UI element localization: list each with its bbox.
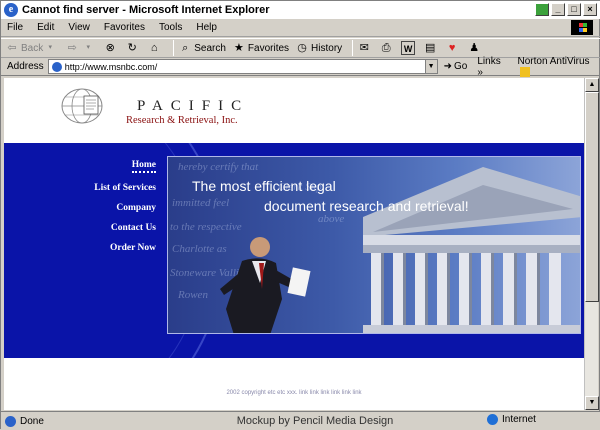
minimize-button[interactable]: _ [551, 3, 565, 16]
address-bar: Address http://www.msnbc.com/ ▼ ➜ Go Lin… [1, 56, 600, 78]
company-subtitle: Research & Retrieval, Inc. [126, 115, 238, 126]
window-controls: _ □ × [535, 3, 597, 16]
title-bar: e Cannot find server - Microsoft Interne… [1, 1, 600, 19]
address-dropdown-icon[interactable]: ▼ [424, 60, 437, 73]
page-status-icon [5, 415, 16, 427]
search-icon: ⌕ [182, 42, 189, 54]
windows-logo-icon [571, 20, 593, 35]
print-button[interactable]: ⎙ [379, 41, 395, 55]
browser-window: e Cannot find server - Microsoft Interne… [0, 0, 600, 430]
back-arrow-icon: ⇦ [7, 42, 17, 54]
chevron-right-icon: » [477, 66, 483, 78]
site-nav: Home List of Services Company Contact Us… [74, 160, 156, 263]
norton-antivirus-button[interactable]: Norton AntiVirus [517, 56, 600, 78]
toolbar-separator [173, 40, 175, 56]
maximize-button[interactable]: □ [567, 3, 581, 16]
favorites-icon: ★ [233, 42, 244, 54]
norton-icon [520, 66, 531, 77]
menu-tools[interactable]: Tools [159, 22, 182, 33]
address-input[interactable]: http://www.msnbc.com/ ▼ [47, 59, 438, 74]
print-icon: ⎙ [381, 42, 391, 54]
page-viewport: PACIFIC Research & Retrieval, Inc. Home … [4, 78, 584, 410]
scroll-down-icon[interactable]: ▼ [585, 396, 599, 410]
extension-icon: ♥ [448, 42, 456, 54]
home-button[interactable]: ⌂ [147, 41, 163, 55]
edit-button[interactable]: W [401, 41, 417, 55]
chevron-down-icon: ▾ [48, 44, 52, 51]
refresh-icon: ↻ [127, 42, 137, 54]
forward-button[interactable]: ⇨ ▾ [65, 41, 97, 55]
stop-button[interactable]: ⊗ [103, 41, 119, 55]
go-arrow-icon: ➜ [443, 61, 453, 72]
go-button[interactable]: ➜ Go [444, 61, 468, 72]
ie-icon: e [4, 3, 18, 17]
scrollbar-thumb[interactable] [585, 92, 599, 302]
courthouse-image [363, 167, 580, 333]
hero-image: hereby certify that immitted feel to the… [167, 156, 581, 334]
stop-icon: ⊗ [105, 42, 115, 54]
restore-icon[interactable] [535, 3, 549, 16]
chevron-down-icon: ▾ [86, 44, 90, 51]
toolbar-separator [352, 40, 354, 56]
favorites-button[interactable]: ★ Favorites [232, 41, 289, 55]
menu-view[interactable]: View [68, 22, 90, 33]
status-bar: Done Mockup by Pencil Media Design Inter… [1, 411, 600, 430]
menu-favorites[interactable]: Favorites [104, 22, 145, 33]
history-button[interactable]: ◷ History [295, 41, 342, 55]
word-icon: W [401, 41, 416, 55]
mockup-credit: Mockup by Pencil Media Design [236, 415, 394, 427]
back-button[interactable]: ⇦ Back ▾ [5, 41, 59, 55]
nav-contact-us[interactable]: Contact Us [74, 223, 156, 233]
refresh-button[interactable]: ↻ [125, 41, 141, 55]
company-name: PACIFIC [137, 98, 250, 114]
menu-edit[interactable]: Edit [37, 22, 54, 33]
running-man-image [220, 237, 311, 333]
address-url: http://www.msnbc.com/ [64, 61, 158, 72]
vertical-scrollbar[interactable]: ▲ ▼ [584, 78, 599, 410]
nav-order-now[interactable]: Order Now [74, 243, 156, 253]
home-icon: ⌂ [150, 42, 158, 54]
nav-list-of-services[interactable]: List of Services [74, 183, 156, 193]
menu-file[interactable]: File [7, 22, 23, 33]
footer-copyright: 2002 copyright etc etc xxx. link link li… [226, 390, 362, 396]
headline-line-2: document research and retrieval! [264, 198, 469, 214]
status-text: Done [5, 415, 215, 427]
internet-zone-icon [487, 414, 498, 425]
mail-icon: ✉ [359, 42, 369, 54]
messenger-button[interactable]: ♟ [467, 41, 483, 55]
messenger-icon: ♟ [469, 42, 480, 54]
window-title: Cannot find server - Microsoft Internet … [22, 4, 270, 16]
discuss-button[interactable]: ▤ [423, 41, 439, 55]
history-icon: ◷ [297, 42, 307, 54]
nav-company[interactable]: Company [74, 203, 156, 213]
security-zone: Internet [487, 414, 536, 425]
standard-toolbar: ⇦ Back ▾ ⇨ ▾ ⊗ ↻ ⌂ ⌕ Search ★ Favorites … [1, 38, 600, 58]
forward-arrow-icon: ⇨ [67, 42, 77, 54]
scroll-up-icon[interactable]: ▲ [585, 78, 599, 92]
hero-banner: Home List of Services Company Contact Us… [4, 143, 584, 358]
globe-logo-icon [61, 88, 103, 124]
close-button[interactable]: × [583, 3, 597, 16]
headline-line-1: The most efficient legal [192, 178, 336, 194]
discuss-icon: ▤ [424, 42, 436, 54]
address-label: Address [7, 61, 44, 72]
mail-button[interactable]: ✉ [357, 41, 373, 55]
nav-home[interactable]: Home [131, 160, 156, 173]
links-button[interactable]: Links » [477, 56, 507, 78]
extension-button[interactable]: ♥ [445, 41, 461, 55]
menu-help[interactable]: Help [196, 22, 217, 33]
search-button[interactable]: ⌕ Search [178, 41, 226, 55]
page-icon [51, 61, 62, 72]
menu-bar: File Edit View Favorites Tools Help [1, 19, 600, 37]
